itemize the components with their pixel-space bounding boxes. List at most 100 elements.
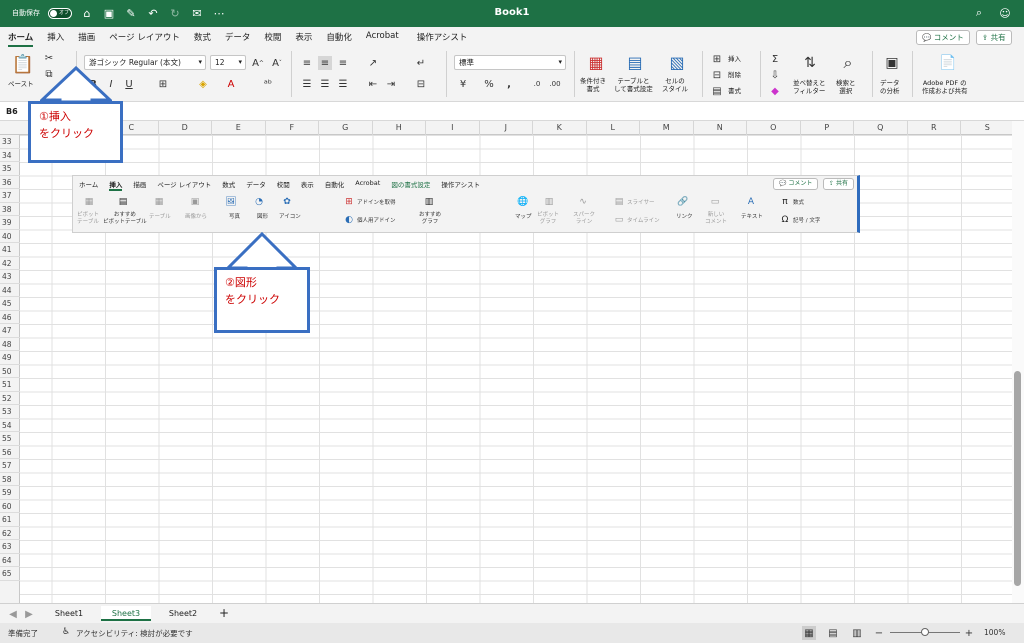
column-header-H[interactable]: H xyxy=(373,121,426,135)
scrollbar-thumb[interactable] xyxy=(1014,371,1021,586)
align-middle-icon[interactable]: ≡ xyxy=(318,56,332,70)
percent-icon[interactable]: % xyxy=(482,77,496,91)
image-from-icon[interactable]: ▣ xyxy=(189,196,201,208)
inset-tab-3[interactable]: ページ レイアウト xyxy=(157,179,211,191)
recommended-pivot-icon[interactable]: ▤ xyxy=(117,196,129,208)
add-sheet-button[interactable]: + xyxy=(206,606,242,621)
column-header-G[interactable]: G xyxy=(319,121,373,135)
insert-cells-icon[interactable]: ⊞ xyxy=(710,52,724,66)
row-header-36[interactable]: 36 xyxy=(0,176,20,189)
row-header-48[interactable]: 48 xyxy=(0,338,20,351)
my-addins-label[interactable]: 個人用アドイン xyxy=(357,218,396,225)
tab-2[interactable]: 描画 xyxy=(78,31,95,47)
get-addins-icon[interactable]: ⊞ xyxy=(343,196,355,208)
row-header-40[interactable]: 40 xyxy=(0,230,20,243)
row-header-53[interactable]: 53 xyxy=(0,405,20,419)
align-right-icon[interactable]: ☰ xyxy=(336,77,350,91)
tab-4[interactable]: 数式 xyxy=(194,31,211,47)
cut-icon[interactable]: ✂ xyxy=(42,51,56,65)
icons-icon[interactable]: ✿ xyxy=(281,196,293,208)
cell-styles-icon[interactable]: ▧ xyxy=(666,51,688,73)
table-icon[interactable]: ▦ xyxy=(153,196,165,208)
delete-cells-label[interactable]: 削除 xyxy=(728,71,741,79)
delete-cells-icon[interactable]: ⊟ xyxy=(710,68,724,82)
column-header-I[interactable]: I xyxy=(426,121,480,135)
align-left-icon[interactable]: ☰ xyxy=(300,77,314,91)
underline-icon[interactable]: U xyxy=(122,77,136,91)
row-header-44[interactable]: 44 xyxy=(0,284,20,297)
row-header-64[interactable]: 64 xyxy=(0,554,20,567)
paste-icon[interactable]: 📋 xyxy=(12,53,34,75)
orientation-icon[interactable]: ↗ xyxy=(366,56,380,70)
column-header-P[interactable]: P xyxy=(801,121,854,135)
pivot-table-icon[interactable]: ▦ xyxy=(83,196,95,208)
row-header-58[interactable]: 58 xyxy=(0,473,20,486)
clear-icon[interactable]: ◆ xyxy=(768,84,782,98)
search-icon[interactable]: ⌕ xyxy=(972,6,986,20)
page-layout-icon[interactable]: ▤ xyxy=(826,626,840,640)
column-header-J[interactable]: J xyxy=(480,121,533,135)
accessibility-icon[interactable]: ♿ xyxy=(62,627,70,637)
inset-tab-8[interactable]: 自動化 xyxy=(325,179,345,191)
tab-6[interactable]: 校閲 xyxy=(264,31,281,47)
tab-10[interactable]: 操作アシスト xyxy=(417,31,468,47)
page-break-icon[interactable]: ▥ xyxy=(850,626,864,640)
sort-filter-icon[interactable]: ⇅ xyxy=(800,53,820,73)
comment-button[interactable]: 💬 コメント xyxy=(916,30,970,45)
increase-decimal-icon[interactable]: .0 xyxy=(530,77,544,91)
sheet-tab-3[interactable]: Sheet2 xyxy=(158,606,208,621)
next-sheet-icon[interactable]: ▶ xyxy=(22,607,36,621)
inset-comment-button[interactable]: 💬 コメント xyxy=(773,178,819,190)
recommended-charts-icon[interactable]: ▥ xyxy=(423,196,435,208)
row-header-41[interactable]: 41 xyxy=(0,243,20,257)
inset-tab-5[interactable]: データ xyxy=(246,179,266,191)
row-header-47[interactable]: 47 xyxy=(0,324,20,338)
align-bottom-icon[interactable]: ≡ xyxy=(336,56,350,70)
row-header-65[interactable]: 65 xyxy=(0,567,20,581)
format-cells-label[interactable]: 書式 xyxy=(728,87,741,95)
column-header-R[interactable]: R xyxy=(908,121,961,135)
zoom-out-icon[interactable]: − xyxy=(872,626,886,640)
phonetic-icon[interactable]: ᵃᵇ xyxy=(261,77,275,91)
row-header-50[interactable]: 50 xyxy=(0,365,20,378)
inset-tab-0[interactable]: ホーム xyxy=(79,179,98,191)
format-table-icon[interactable]: ▤ xyxy=(624,51,646,73)
row-header-55[interactable]: 55 xyxy=(0,432,20,446)
prev-sheet-icon[interactable]: ◀ xyxy=(6,607,20,621)
timeline-icon[interactable]: ▭ xyxy=(613,214,625,226)
column-header-N[interactable]: N xyxy=(694,121,747,135)
tab-5[interactable]: データ xyxy=(225,31,251,47)
row-header-37[interactable]: 37 xyxy=(0,189,20,203)
row-header-34[interactable]: 34 xyxy=(0,149,20,162)
column-header-M[interactable]: M xyxy=(640,121,694,135)
insert-cells-label[interactable]: 挿入 xyxy=(728,55,741,63)
tab-9[interactable]: Acrobat xyxy=(366,31,399,47)
row-header-54[interactable]: 54 xyxy=(0,419,20,432)
row-header-62[interactable]: 62 xyxy=(0,527,20,540)
get-addins-label[interactable]: アドインを取得 xyxy=(357,200,396,207)
inset-tab-2[interactable]: 描画 xyxy=(133,179,146,191)
merge-icon[interactable]: ⊟ xyxy=(414,77,428,91)
new-comment-icon[interactable]: ▭ xyxy=(709,196,721,208)
wrap-text-icon[interactable]: ↵ xyxy=(414,56,428,70)
equation-label[interactable]: 数式 xyxy=(793,200,804,207)
font-color-icon[interactable]: A xyxy=(224,77,238,91)
row-header-38[interactable]: 38 xyxy=(0,203,20,216)
align-center-icon[interactable]: ☰ xyxy=(318,77,332,91)
column-header-Q[interactable]: Q xyxy=(854,121,908,135)
tab-1[interactable]: 挿入 xyxy=(47,31,64,47)
user-icon[interactable]: ☺ xyxy=(998,6,1012,20)
row-header-59[interactable]: 59 xyxy=(0,486,20,500)
inset-tab-9[interactable]: Acrobat xyxy=(355,179,380,191)
equation-icon[interactable]: π xyxy=(779,196,791,208)
row-header-39[interactable]: 39 xyxy=(0,216,20,230)
adobe-pdf-icon[interactable]: 📄 xyxy=(938,53,958,73)
row-header-46[interactable]: 46 xyxy=(0,311,20,324)
row-header-56[interactable]: 56 xyxy=(0,446,20,459)
photos-icon[interactable]: 🖼 xyxy=(225,196,237,208)
column-header-S[interactable]: S xyxy=(961,121,1012,135)
row-header-63[interactable]: 63 xyxy=(0,540,20,554)
zoom-in-icon[interactable]: + xyxy=(962,626,976,640)
row-header-52[interactable]: 52 xyxy=(0,392,20,405)
sheet-tab-1[interactable]: Sheet1 xyxy=(44,606,94,621)
